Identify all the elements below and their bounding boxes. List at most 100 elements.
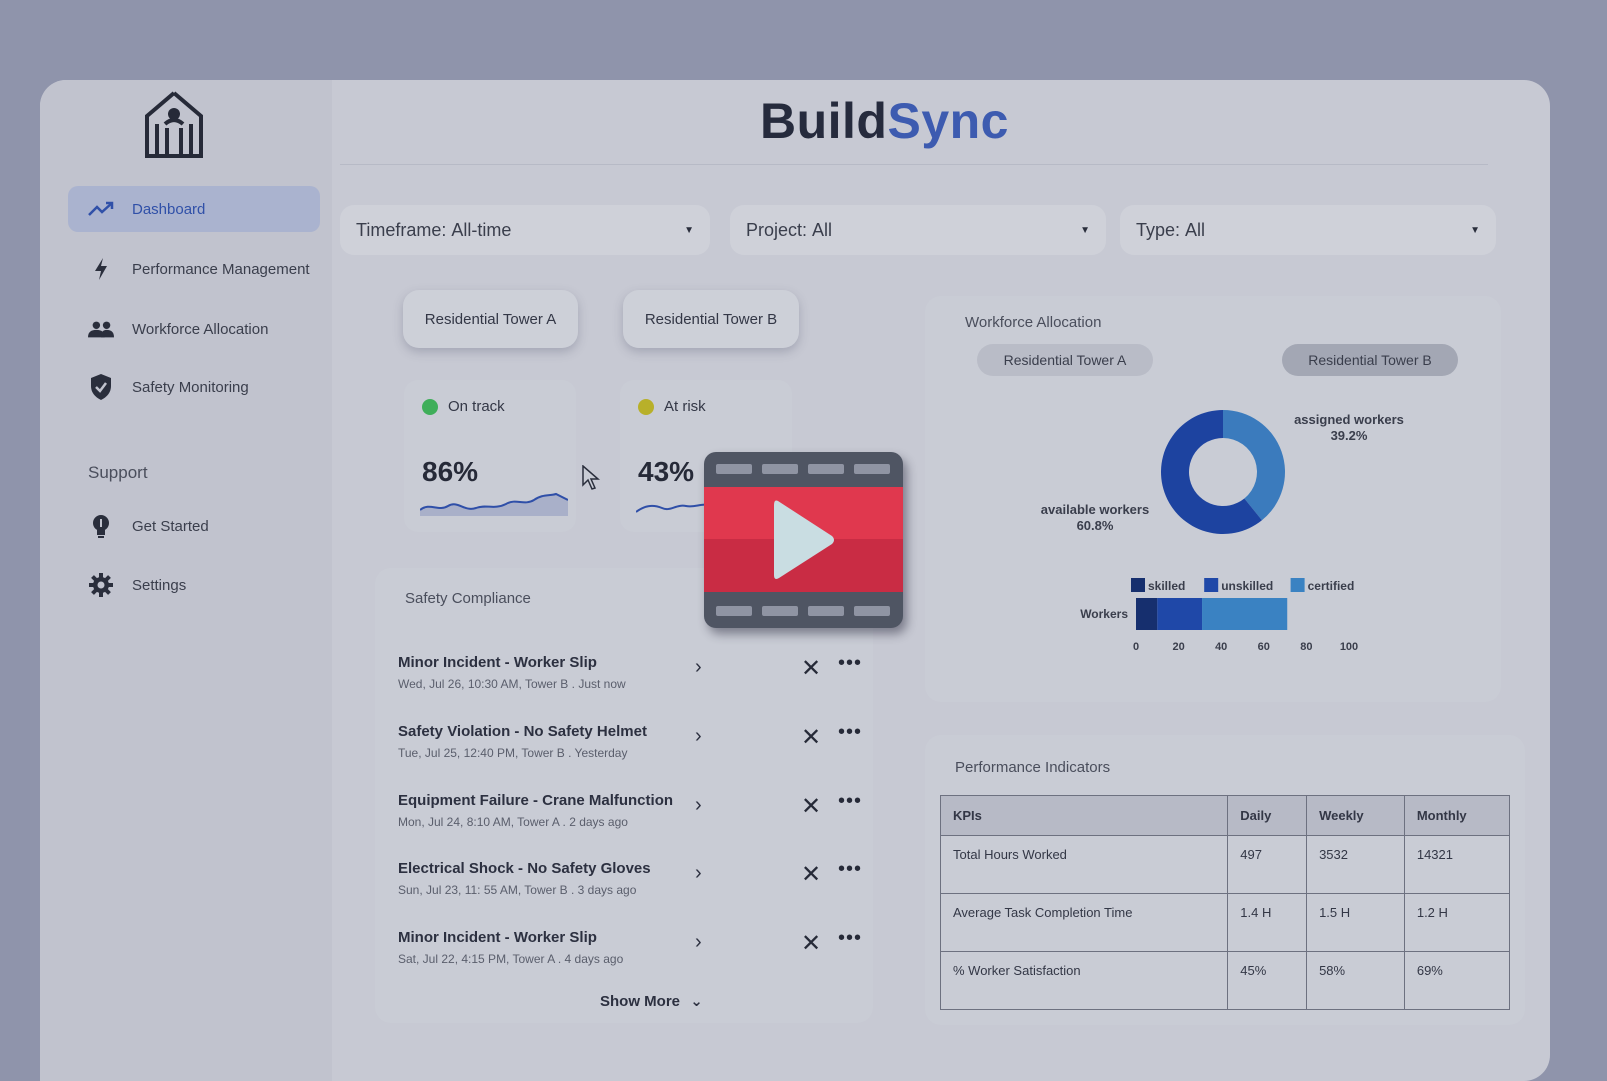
close-icon[interactable]: ✕ xyxy=(801,860,821,889)
donut-chart xyxy=(1161,410,1285,534)
bar-category-label: Workers xyxy=(1080,607,1128,621)
close-icon[interactable]: ✕ xyxy=(801,929,821,958)
list-item[interactable]: Equipment Failure - Crane Malfunction Mo… xyxy=(398,790,861,842)
filter-prefix: Project: xyxy=(746,219,808,240)
sidebar-item-dashboard[interactable]: Dashboard xyxy=(68,186,320,232)
sparkline xyxy=(420,492,568,516)
donut-slice-assigned-workers xyxy=(1223,410,1285,521)
status-dot xyxy=(422,399,438,415)
brand-part-2: Sync xyxy=(887,93,1009,149)
kpi-name: Total Hours Worked xyxy=(939,835,1229,894)
status-dot xyxy=(638,399,654,415)
x-tick-label: 100 xyxy=(1340,641,1358,653)
film-hole xyxy=(808,606,844,616)
chevron-right-icon[interactable]: › xyxy=(695,656,702,679)
list-item[interactable]: Minor Incident - Worker Slip Sat, Jul 22… xyxy=(398,927,861,979)
film-hole xyxy=(808,464,844,474)
caret-down-icon: ▼ xyxy=(684,224,694,236)
kpi-monthly: 69% xyxy=(1403,951,1511,1010)
tab-tower-b[interactable]: Residential Tower B xyxy=(1282,344,1458,376)
caret-down-icon: ▼ xyxy=(1080,224,1090,236)
film-hole xyxy=(716,606,752,616)
incident-meta: Sun, Jul 23, 11: 55 AM, Tower B . 3 days… xyxy=(398,883,637,897)
sidebar-item-label: Get Started xyxy=(132,517,209,535)
legend-label-unskilled: unskilled xyxy=(1221,579,1273,593)
more-icon[interactable]: ••• xyxy=(838,652,862,675)
list-item[interactable]: Safety Violation - No Safety Helmet Tue,… xyxy=(398,721,861,773)
more-icon[interactable]: ••• xyxy=(838,858,862,881)
kpi-weekly: 58% xyxy=(1306,951,1405,1010)
incident-meta: Wed, Jul 26, 10:30 AM, Tower B . Just no… xyxy=(398,677,626,691)
available-pct: 60.8% xyxy=(1076,518,1114,533)
tab-tower-a[interactable]: Residential Tower A xyxy=(977,344,1153,376)
filter-prefix: Type: xyxy=(1136,219,1181,240)
tab-label: Residential Tower B xyxy=(1308,352,1432,368)
film-hole xyxy=(716,464,752,474)
incident-title: Minor Incident - Worker Slip xyxy=(398,929,597,946)
chevron-right-icon[interactable]: › xyxy=(695,931,702,954)
bar-segment-certified xyxy=(1202,598,1288,630)
bolt-icon xyxy=(88,258,114,280)
close-icon[interactable]: ✕ xyxy=(801,723,821,752)
kpi-monthly: 14321 xyxy=(1403,835,1511,894)
people-icon xyxy=(88,320,114,338)
mouse-cursor-icon xyxy=(582,464,602,496)
sidebar-item-get-started[interactable]: Get Started xyxy=(68,503,320,549)
header-weekly: Weekly xyxy=(1306,795,1405,836)
safety-title: Safety Compliance xyxy=(405,590,531,607)
kpi-name: % Worker Satisfaction xyxy=(939,951,1229,1010)
sidebar-item-performance-management[interactable]: Performance Management xyxy=(68,246,320,292)
sidebar-item-workforce-allocation[interactable]: Workforce Allocation xyxy=(68,306,320,352)
project-filter[interactable]: Project: All ▼ xyxy=(730,205,1106,255)
available-workers-label: available workers 60.8% xyxy=(1025,502,1165,534)
video-play-overlay[interactable] xyxy=(704,452,903,628)
more-icon[interactable]: ••• xyxy=(838,927,862,950)
bar-segment-skilled xyxy=(1136,598,1158,630)
filter-value: All xyxy=(1185,219,1206,240)
x-tick-label: 20 xyxy=(1172,641,1184,653)
film-hole xyxy=(762,464,798,474)
status-label: At risk xyxy=(664,398,706,415)
available-label: available workers xyxy=(1040,502,1150,517)
more-icon[interactable]: ••• xyxy=(838,721,862,744)
assigned-pct: 39.2% xyxy=(1330,428,1368,443)
sidebar-item-label: Settings xyxy=(132,576,187,594)
project-tower-b-button[interactable]: Residential Tower B xyxy=(623,290,799,348)
incident-title: Electrical Shock - No Safety Gloves xyxy=(398,860,651,877)
chevron-right-icon[interactable]: › xyxy=(695,725,702,748)
show-more-button[interactable]: Show More ⌄ xyxy=(600,992,703,1010)
legend-label-skilled: skilled xyxy=(1148,579,1185,593)
kpi-table: KPIs Daily Weekly Monthly Total Hours Wo… xyxy=(939,795,1511,1010)
incident-meta: Sat, Jul 22, 4:15 PM, Tower A . 4 days a… xyxy=(398,952,624,966)
list-item[interactable]: Minor Incident - Worker Slip Wed, Jul 26… xyxy=(398,652,861,704)
chevron-right-icon[interactable]: › xyxy=(695,862,702,885)
sidebar-item-safety-monitoring[interactable]: Safety Monitoring xyxy=(68,364,320,410)
filter-value: All-time xyxy=(451,219,512,240)
film-hole xyxy=(762,606,798,616)
x-tick-label: 80 xyxy=(1300,641,1312,653)
close-icon[interactable]: ✕ xyxy=(801,654,821,683)
project-tower-a-button[interactable]: Residential Tower A xyxy=(403,290,578,348)
performance-indicators-panel: Performance Indicators KPIs Daily Weekly… xyxy=(925,735,1525,1025)
kpi-daily: 1.4 H xyxy=(1227,893,1308,952)
table-row: % Worker Satisfaction 45% 58% 69% xyxy=(939,951,1511,1010)
film-hole xyxy=(854,606,890,616)
close-icon[interactable]: ✕ xyxy=(801,792,821,821)
incident-meta: Mon, Jul 24, 8:10 AM, Tower A . 2 days a… xyxy=(398,815,628,829)
chevron-right-icon[interactable]: › xyxy=(695,794,702,817)
sidebar-item-label: Performance Management xyxy=(132,260,310,278)
bar-segment-unskilled xyxy=(1157,598,1203,630)
sidebar-item-settings[interactable]: Settings xyxy=(68,562,320,608)
list-item[interactable]: Electrical Shock - No Safety Gloves Sun,… xyxy=(398,858,861,910)
header-daily: Daily xyxy=(1227,795,1308,836)
project-label: Residential Tower B xyxy=(644,310,778,328)
kpi-name: Average Task Completion Time xyxy=(939,893,1229,952)
type-filter[interactable]: Type: All ▼ xyxy=(1120,205,1496,255)
more-icon[interactable]: ••• xyxy=(838,790,862,813)
assigned-label: assigned workers xyxy=(1294,412,1404,427)
caret-down-icon: ▼ xyxy=(1470,224,1480,236)
film-hole xyxy=(854,464,890,474)
incident-title: Minor Incident - Worker Slip xyxy=(398,654,597,671)
incident-meta: Tue, Jul 25, 12:40 PM, Tower B . Yesterd… xyxy=(398,746,628,760)
timeframe-filter[interactable]: Timeframe: All-time ▼ xyxy=(340,205,710,255)
